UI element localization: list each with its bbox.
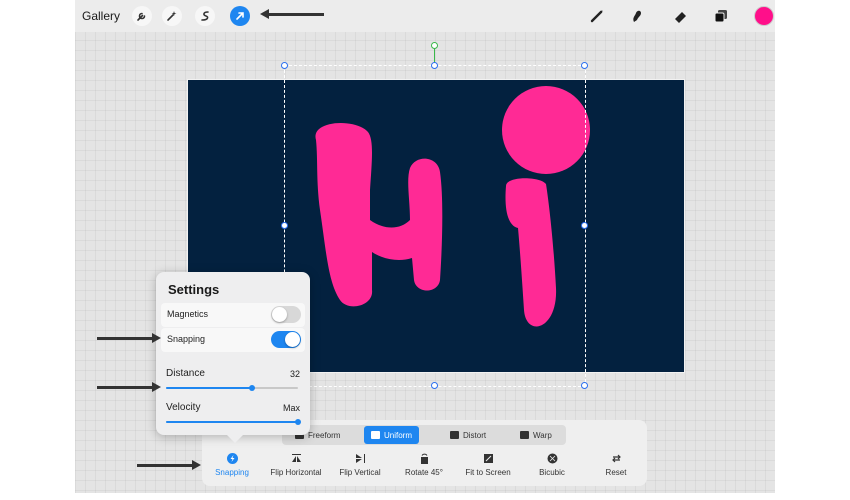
edge-handle-right[interactable]: [581, 222, 588, 229]
selection-icon[interactable]: [195, 6, 215, 26]
bicubic-button[interactable]: Bicubic: [517, 453, 587, 477]
distort-icon: [450, 431, 459, 439]
layers-icon[interactable]: [711, 6, 731, 26]
transform-arrow-icon[interactable]: [230, 6, 250, 26]
velocity-label: Velocity: [166, 402, 201, 413]
brush-icon[interactable]: [587, 6, 607, 26]
annotation-arrow-distance: [97, 382, 161, 392]
smudge-icon[interactable]: [627, 6, 647, 26]
distance-value: 32: [289, 369, 300, 379]
snapping-toggle-knob: [285, 332, 300, 347]
rotate-icon: [420, 453, 428, 464]
mode-distort[interactable]: Distort: [450, 426, 486, 444]
rotate-45-label: Rotate 45°: [405, 468, 443, 477]
annotation-arrow-snapping-button: [137, 460, 201, 470]
mode-uniform-label: Uniform: [384, 430, 413, 440]
gallery-button[interactable]: Gallery: [82, 9, 120, 23]
snapping-icon: [226, 453, 238, 464]
mode-warp-label: Warp: [533, 430, 552, 440]
flip-horizontal-icon: [291, 454, 301, 462]
distance-label: Distance: [166, 368, 205, 379]
snapping-row: Snapping: [161, 328, 305, 352]
corner-handle-bottom-right[interactable]: [581, 382, 588, 389]
flip-vertical-icon: [355, 454, 365, 463]
snapping-button[interactable]: Snapping: [197, 453, 267, 477]
mode-uniform[interactable]: Uniform: [364, 426, 420, 444]
reset-icon: [611, 454, 621, 463]
distance-slider-thumb[interactable]: [248, 385, 255, 391]
procreate-app: Gallery Freeform Uniform Distort Warp Sn…: [75, 0, 775, 493]
settings-popover: Settings Magnetics Snapping Distance 32 …: [156, 272, 310, 435]
edge-handle-left[interactable]: [281, 222, 288, 229]
flip-horizontal-button[interactable]: Flip Horizontal: [261, 453, 331, 477]
fit-to-screen-label: Fit to Screen: [465, 468, 511, 477]
warp-icon: [520, 431, 529, 439]
mode-warp[interactable]: Warp: [520, 426, 552, 444]
magnetics-toggle[interactable]: [271, 306, 301, 323]
fit-to-screen-icon: [483, 454, 493, 463]
rotation-handle[interactable]: [431, 42, 438, 49]
corner-handle-top-right[interactable]: [581, 62, 588, 69]
annotation-arrow-transform: [260, 9, 324, 19]
fit-to-screen-button[interactable]: Fit to Screen: [453, 453, 523, 477]
reset-button[interactable]: Reset: [581, 453, 651, 477]
mode-freeform-label: Freeform: [308, 430, 341, 440]
flip-vertical-label: Flip Vertical: [339, 468, 381, 477]
snapping-button-label: Snapping: [215, 468, 249, 477]
bicubic-label: Bicubic: [539, 468, 565, 477]
velocity-slider-thumb[interactable]: [295, 419, 301, 425]
selection-bounding-box[interactable]: [284, 65, 586, 387]
snapping-label: Snapping: [167, 334, 206, 344]
eraser-icon[interactable]: [671, 6, 691, 26]
settings-title: Settings: [168, 282, 220, 297]
magnetics-label: Magnetics: [167, 309, 209, 319]
bicubic-icon: [547, 453, 557, 464]
annotation-arrow-snapping-toggle: [97, 333, 161, 343]
wrench-icon[interactable]: [132, 6, 152, 26]
uniform-icon: [371, 431, 380, 439]
magnetics-row: Magnetics: [161, 303, 305, 327]
top-toolbar: Gallery: [75, 0, 775, 32]
magic-wand-icon[interactable]: [162, 6, 182, 26]
rotate-45-button[interactable]: Rotate 45°: [389, 453, 459, 477]
distance-slider[interactable]: [166, 385, 298, 391]
settings-popover-pointer: [227, 435, 243, 443]
velocity-slider-fill: [166, 421, 298, 423]
velocity-value: Max: [282, 403, 300, 413]
flip-vertical-button[interactable]: Flip Vertical: [325, 453, 395, 477]
corner-handle-top-left[interactable]: [281, 62, 288, 69]
flip-horizontal-label: Flip Horizontal: [270, 468, 322, 477]
edge-handle-bottom[interactable]: [431, 382, 438, 389]
reset-label: Reset: [605, 468, 627, 477]
magnetics-toggle-knob: [272, 307, 287, 322]
snapping-toggle[interactable]: [271, 331, 301, 348]
velocity-slider[interactable]: [166, 419, 301, 425]
edge-handle-top[interactable]: [431, 62, 438, 69]
mode-distort-label: Distort: [463, 430, 487, 440]
color-swatch-button[interactable]: [754, 6, 774, 26]
distance-slider-fill: [166, 387, 252, 389]
